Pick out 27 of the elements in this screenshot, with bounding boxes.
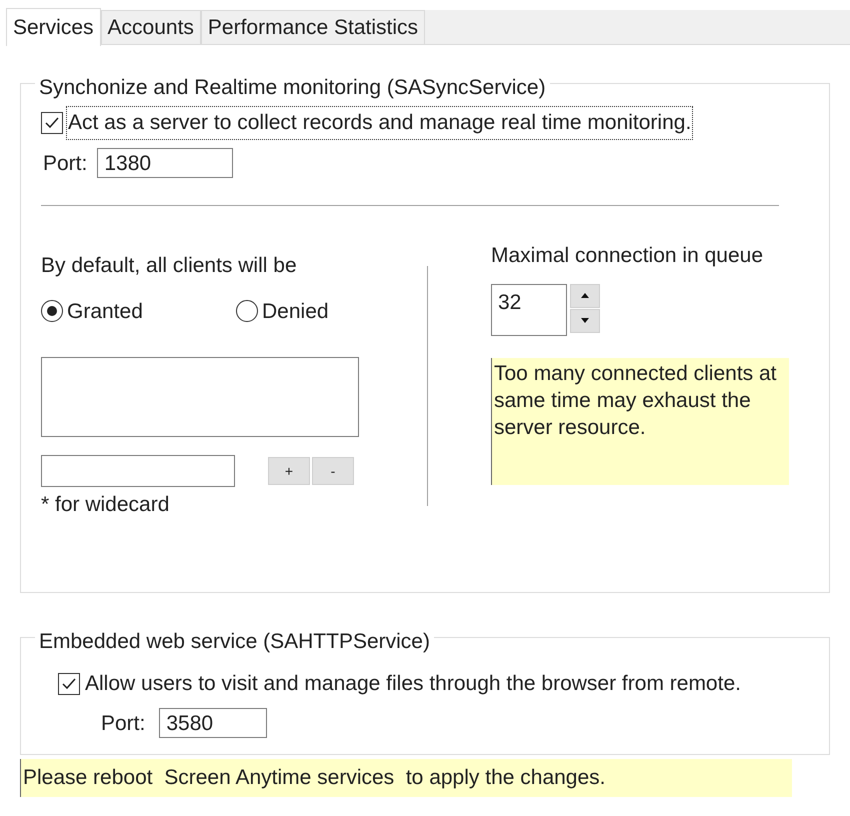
port-field[interactable]: 1380: [97, 148, 234, 178]
radio-label[interactable]: Granted: [67, 296, 143, 327]
queue-note: Too many connected clients at same time may exhaust the server resource.: [491, 358, 789, 484]
check-icon: [62, 678, 76, 690]
port-field[interactable]: 3580: [159, 708, 268, 738]
wildcard-hint: * for widecard: [41, 492, 170, 518]
radio-button[interactable]: [41, 300, 63, 322]
client-list[interactable]: [41, 357, 359, 437]
tab[interactable]: Performance Statistics: [200, 10, 425, 45]
checkbox[interactable]: [58, 672, 80, 695]
queue-field[interactable]: 32: [491, 284, 567, 336]
checkbox-label[interactable]: Act as a server to collect records and manage real time monitoring.: [66, 106, 694, 140]
port-label: Port:: [101, 710, 146, 736]
radio-label[interactable]: Denied: [262, 296, 329, 327]
tab[interactable]: Accounts: [100, 10, 201, 45]
client-field[interactable]: [41, 455, 235, 487]
queue-label: Maximal connection in queue: [491, 243, 764, 269]
remove-button[interactable]: -: [312, 457, 354, 485]
notice-bar: Please reboot Screen Anytime services to apply the changes.: [20, 759, 792, 797]
add-button[interactable]: +: [268, 457, 310, 485]
radio-button[interactable]: [236, 300, 258, 322]
default-label: By default, all clients will be: [41, 253, 298, 279]
checkbox[interactable]: [41, 112, 63, 134]
tab[interactable]: Services: [6, 8, 101, 46]
port-label: Port:: [43, 150, 88, 176]
check-icon: [45, 116, 59, 129]
checkbox-label[interactable]: Allow users to visit and manage files through the browser from remote.: [85, 668, 741, 700]
